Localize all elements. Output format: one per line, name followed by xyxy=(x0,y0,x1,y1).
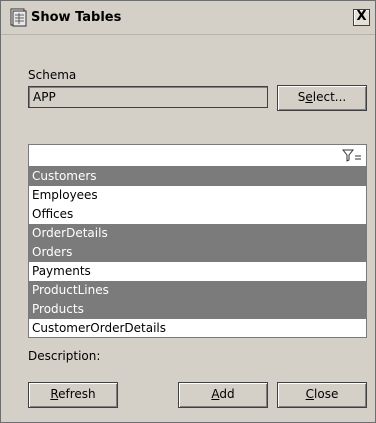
table-list[interactable]: Customers Employees Offices OrderDetails Ord… xyxy=(28,166,367,338)
add-button[interactable]: Add xyxy=(178,382,268,408)
schema-field[interactable]: APP xyxy=(28,86,268,108)
close-icon[interactable]: X xyxy=(353,9,370,26)
description-label: Description: xyxy=(28,349,101,363)
table-filter-bar[interactable] xyxy=(28,144,367,166)
table-list-item[interactable]: Orders xyxy=(29,243,366,262)
table-list-item[interactable]: ProductLines xyxy=(29,281,366,300)
table-window-icon xyxy=(10,8,27,27)
dialog-title: Show Tables xyxy=(31,10,122,25)
select-schema-button[interactable]: Select... xyxy=(277,85,367,111)
title-bar[interactable]: Show Tables X xyxy=(1,1,375,35)
table-list-item[interactable]: Payments xyxy=(29,262,366,281)
close-mnemonic: C xyxy=(305,387,315,401)
table-list-item[interactable]: Offices xyxy=(29,205,366,224)
close-button[interactable]: Close xyxy=(277,382,367,408)
refresh-mnemonic: R xyxy=(50,387,59,401)
table-list-item[interactable]: CustomerOrderDetails xyxy=(29,319,366,338)
close-label: lose xyxy=(314,387,339,401)
show-tables-dialog: Show Tables X Schema APP Select... Custo… xyxy=(0,0,376,423)
table-list-item[interactable]: Products xyxy=(29,300,366,319)
schema-label: Schema xyxy=(28,68,77,82)
select-button-mnemonic: e xyxy=(305,90,313,104)
add-label: dd xyxy=(219,387,235,401)
refresh-label: efresh xyxy=(58,387,96,401)
filter-icon[interactable] xyxy=(342,149,362,162)
select-button-label-end: lect... xyxy=(312,90,347,104)
refresh-button[interactable]: Refresh xyxy=(28,382,118,408)
table-list-item[interactable]: Employees xyxy=(29,186,366,205)
table-list-item[interactable]: Customers xyxy=(29,167,366,186)
table-list-item[interactable]: OrderDetails xyxy=(29,224,366,243)
